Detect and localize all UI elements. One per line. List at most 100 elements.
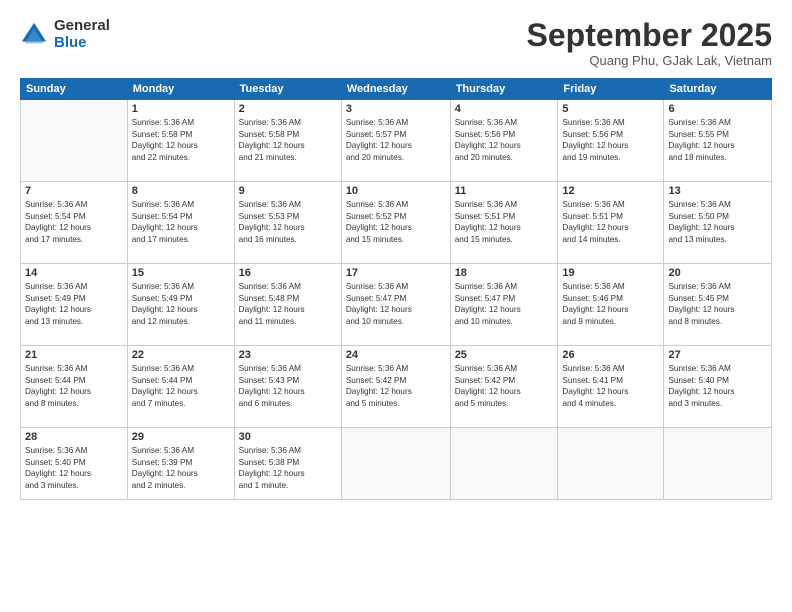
day-info: Sunrise: 5:36 AM Sunset: 5:51 PM Dayligh…	[455, 199, 554, 245]
day-info: Sunrise: 5:36 AM Sunset: 5:48 PM Dayligh…	[239, 281, 337, 327]
day-number: 4	[455, 103, 554, 115]
cell-w3-d3: 17 Sunrise: 5:36 AM Sunset: 5:47 PM Dayli…	[341, 264, 450, 346]
day-number: 28	[25, 431, 123, 443]
cell-w2-d6: 13 Sunrise: 5:36 AM Sunset: 5:50 PM Dayli…	[664, 182, 772, 264]
day-number: 11	[455, 185, 554, 197]
day-number: 13	[668, 185, 767, 197]
cell-w4-d5: 26Sunrise: 5:36 AM Sunset: 5:41 PM Dayli…	[558, 346, 664, 428]
day-number: 23	[239, 349, 337, 361]
cell-w4-d6: 27 Sunrise: 5:36 AM Sunset: 5:40 PM Dayli…	[664, 346, 772, 428]
cell-w2-d4: 11 Sunrise: 5:36 AM Sunset: 5:51 PM Dayli…	[450, 182, 558, 264]
logo-text: General Blue	[54, 18, 110, 51]
header-monday: Monday	[127, 79, 234, 100]
day-number: 20	[668, 267, 767, 279]
day-number: 19	[562, 267, 659, 279]
day-info: Sunrise: 5:36 AM Sunset: 5:58 PM Dayligh…	[132, 117, 230, 163]
cell-w2-d1: 8 Sunrise: 5:36 AM Sunset: 5:54 PM Daylig…	[127, 182, 234, 264]
day-info: Sunrise: 5:36 AM Sunset: 5:56 PM Dayligh…	[455, 117, 554, 163]
day-info: Sunrise: 5:36 AM Sunset: 5:49 PM Dayligh…	[132, 281, 230, 327]
cell-w3-d0: 14 Sunrise: 5:36 AM Sunset: 5:49 PM Dayli…	[21, 264, 128, 346]
day-number: 21	[25, 349, 123, 361]
day-info: Sunrise: 5:36 AM Sunset: 5:56 PM Dayligh…	[562, 117, 659, 163]
cell-w5-d2: 30 Sunrise: 5:36 AM Sunset: 5:38 PM Dayli…	[234, 428, 341, 500]
day-info: Sunrise: 5:36 AM Sunset: 5:38 PM Dayligh…	[239, 445, 337, 491]
day-number: 1	[132, 103, 230, 115]
cell-w5-d6	[664, 428, 772, 500]
cell-w1-d2: 2 Sunrise: 5:36 AM Sunset: 5:58 PM Daylig…	[234, 100, 341, 182]
day-info: Sunrise: 5:36 AM Sunset: 5:42 PM Dayligh…	[346, 363, 446, 409]
day-number: 5	[562, 103, 659, 115]
location-subtitle: Quang Phu, GJak Lak, Vietnam	[527, 53, 772, 68]
cell-w1-d6: 6Sunrise: 5:36 AM Sunset: 5:55 PM Daylig…	[664, 100, 772, 182]
day-number: 29	[132, 431, 230, 443]
week-row-4: 21 Sunrise: 5:36 AM Sunset: 5:44 PM Dayli…	[21, 346, 772, 428]
cell-w1-d0	[21, 100, 128, 182]
day-info: Sunrise: 5:36 AM Sunset: 5:43 PM Dayligh…	[239, 363, 337, 409]
cell-w4-d4: 25Sunrise: 5:36 AM Sunset: 5:42 PM Dayli…	[450, 346, 558, 428]
day-info: Sunrise: 5:36 AM Sunset: 5:40 PM Dayligh…	[668, 363, 767, 409]
day-info: Sunrise: 5:36 AM Sunset: 5:57 PM Dayligh…	[346, 117, 446, 163]
header: General Blue September 2025 Quang Phu, G…	[20, 18, 772, 68]
page: General Blue September 2025 Quang Phu, G…	[0, 0, 792, 612]
day-number: 30	[239, 431, 337, 443]
day-info: Sunrise: 5:36 AM Sunset: 5:40 PM Dayligh…	[25, 445, 123, 491]
cell-w5-d4	[450, 428, 558, 500]
day-number: 2	[239, 103, 337, 115]
week-row-2: 7 Sunrise: 5:36 AM Sunset: 5:54 PM Daylig…	[21, 182, 772, 264]
calendar-header: Sunday Monday Tuesday Wednesday Thursday…	[21, 79, 772, 100]
cell-w5-d1: 29 Sunrise: 5:36 AM Sunset: 5:39 PM Dayli…	[127, 428, 234, 500]
header-friday: Friday	[558, 79, 664, 100]
day-info: Sunrise: 5:36 AM Sunset: 5:58 PM Dayligh…	[239, 117, 337, 163]
title-block: September 2025 Quang Phu, GJak Lak, Viet…	[527, 18, 772, 68]
day-info: Sunrise: 5:36 AM Sunset: 5:42 PM Dayligh…	[455, 363, 554, 409]
day-info: Sunrise: 5:36 AM Sunset: 5:55 PM Dayligh…	[668, 117, 767, 163]
cell-w3-d4: 18Sunrise: 5:36 AM Sunset: 5:47 PM Dayli…	[450, 264, 558, 346]
calendar-body: 1 Sunrise: 5:36 AM Sunset: 5:58 PM Daylig…	[21, 100, 772, 500]
day-number: 18	[455, 267, 554, 279]
day-info: Sunrise: 5:36 AM Sunset: 5:46 PM Dayligh…	[562, 281, 659, 327]
day-number: 12	[562, 185, 659, 197]
header-sunday: Sunday	[21, 79, 128, 100]
cell-w1-d1: 1 Sunrise: 5:36 AM Sunset: 5:58 PM Daylig…	[127, 100, 234, 182]
day-number: 3	[346, 103, 446, 115]
day-number: 14	[25, 267, 123, 279]
logo-blue-text: Blue	[54, 35, 110, 52]
cell-w5-d0: 28 Sunrise: 5:36 AM Sunset: 5:40 PM Dayli…	[21, 428, 128, 500]
header-tuesday: Tuesday	[234, 79, 341, 100]
cell-w1-d3: 3 Sunrise: 5:36 AM Sunset: 5:57 PM Daylig…	[341, 100, 450, 182]
calendar-table: Sunday Monday Tuesday Wednesday Thursday…	[20, 78, 772, 500]
day-info: Sunrise: 5:36 AM Sunset: 5:52 PM Dayligh…	[346, 199, 446, 245]
day-number: 7	[25, 185, 123, 197]
header-wednesday: Wednesday	[341, 79, 450, 100]
day-info: Sunrise: 5:36 AM Sunset: 5:39 PM Dayligh…	[132, 445, 230, 491]
day-number: 27	[668, 349, 767, 361]
day-info: Sunrise: 5:36 AM Sunset: 5:50 PM Dayligh…	[668, 199, 767, 245]
cell-w5-d3	[341, 428, 450, 500]
day-number: 17	[346, 267, 446, 279]
cell-w3-d2: 16Sunrise: 5:36 AM Sunset: 5:48 PM Dayli…	[234, 264, 341, 346]
day-info: Sunrise: 5:36 AM Sunset: 5:54 PM Dayligh…	[132, 199, 230, 245]
cell-w2-d0: 7 Sunrise: 5:36 AM Sunset: 5:54 PM Daylig…	[21, 182, 128, 264]
day-info: Sunrise: 5:36 AM Sunset: 5:54 PM Dayligh…	[25, 199, 123, 245]
day-info: Sunrise: 5:36 AM Sunset: 5:44 PM Dayligh…	[132, 363, 230, 409]
cell-w1-d4: 4 Sunrise: 5:36 AM Sunset: 5:56 PM Daylig…	[450, 100, 558, 182]
day-info: Sunrise: 5:36 AM Sunset: 5:44 PM Dayligh…	[25, 363, 123, 409]
day-info: Sunrise: 5:36 AM Sunset: 5:47 PM Dayligh…	[346, 281, 446, 327]
cell-w4-d1: 22Sunrise: 5:36 AM Sunset: 5:44 PM Dayli…	[127, 346, 234, 428]
logo: General Blue	[20, 18, 110, 51]
cell-w3-d5: 19 Sunrise: 5:36 AM Sunset: 5:46 PM Dayli…	[558, 264, 664, 346]
logo-general-text: General	[54, 18, 110, 35]
day-info: Sunrise: 5:36 AM Sunset: 5:49 PM Dayligh…	[25, 281, 123, 327]
day-number: 15	[132, 267, 230, 279]
cell-w4-d2: 23 Sunrise: 5:36 AM Sunset: 5:43 PM Dayli…	[234, 346, 341, 428]
day-number: 8	[132, 185, 230, 197]
cell-w1-d5: 5 Sunrise: 5:36 AM Sunset: 5:56 PM Daylig…	[558, 100, 664, 182]
cell-w2-d2: 9Sunrise: 5:36 AM Sunset: 5:53 PM Daylig…	[234, 182, 341, 264]
day-info: Sunrise: 5:36 AM Sunset: 5:53 PM Dayligh…	[239, 199, 337, 245]
cell-w2-d5: 12Sunrise: 5:36 AM Sunset: 5:51 PM Dayli…	[558, 182, 664, 264]
day-number: 26	[562, 349, 659, 361]
header-thursday: Thursday	[450, 79, 558, 100]
week-row-3: 14 Sunrise: 5:36 AM Sunset: 5:49 PM Dayli…	[21, 264, 772, 346]
day-info: Sunrise: 5:36 AM Sunset: 5:45 PM Dayligh…	[668, 281, 767, 327]
cell-w3-d1: 15 Sunrise: 5:36 AM Sunset: 5:49 PM Dayli…	[127, 264, 234, 346]
